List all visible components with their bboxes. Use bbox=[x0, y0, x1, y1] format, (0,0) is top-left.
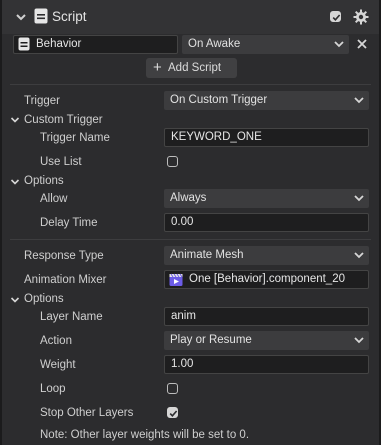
options-group-label-2[interactable]: Options bbox=[24, 293, 64, 305]
action-dropdown-value: Play or Resume bbox=[170, 334, 252, 346]
trigger-name-input[interactable]: KEYWORD_ONE bbox=[164, 128, 369, 147]
response-type-label: Response Type bbox=[24, 250, 104, 262]
chevron-down-icon bbox=[334, 41, 344, 48]
delay-time-input[interactable]: 0.00 bbox=[164, 213, 369, 232]
response-type-value: Animate Mesh bbox=[170, 249, 244, 261]
weight-label: Weight bbox=[40, 359, 76, 371]
trigger-dropdown-value: On Custom Trigger bbox=[170, 94, 268, 106]
trigger-name-value: KEYWORD_ONE bbox=[171, 131, 262, 143]
loop-checkbox[interactable] bbox=[167, 383, 178, 394]
response-type-dropdown[interactable]: Animate Mesh bbox=[164, 246, 369, 265]
animation-mixer-label: Animation Mixer bbox=[24, 274, 107, 286]
use-list-checkbox[interactable] bbox=[167, 156, 178, 167]
component-enabled-checkbox[interactable] bbox=[330, 11, 341, 22]
allow-dropdown[interactable]: Always bbox=[164, 189, 369, 208]
allow-label: Allow bbox=[40, 193, 68, 205]
layer-weights-note: Note: Other layer weights will be set to… bbox=[40, 429, 250, 441]
trigger-name-label: Trigger Name bbox=[40, 132, 110, 144]
action-label: Action bbox=[40, 335, 72, 347]
animation-clip-icon bbox=[169, 273, 183, 287]
chevron-down-icon bbox=[354, 337, 364, 344]
divider bbox=[10, 239, 371, 240]
script-icon bbox=[34, 8, 48, 24]
trigger-label: Trigger bbox=[24, 95, 60, 107]
loop-label: Loop bbox=[40, 383, 66, 395]
options-group-label[interactable]: Options bbox=[24, 175, 64, 187]
animation-mixer-value: One [Behavior].component_20 bbox=[189, 273, 345, 285]
collapse-chevron-down-icon[interactable] bbox=[14, 10, 28, 24]
delay-time-label: Delay Time bbox=[40, 217, 98, 229]
add-script-label: Add Script bbox=[168, 62, 222, 74]
divider bbox=[10, 84, 371, 85]
event-dropdown[interactable]: On Awake bbox=[182, 35, 349, 54]
chevron-down-icon[interactable] bbox=[10, 177, 20, 187]
animation-mixer-field[interactable]: One [Behavior].component_20 bbox=[164, 270, 369, 289]
action-dropdown[interactable]: Play or Resume bbox=[164, 331, 369, 350]
gear-icon[interactable] bbox=[353, 9, 369, 25]
weight-input[interactable]: 1.00 bbox=[164, 355, 369, 374]
layer-name-label: Layer Name bbox=[40, 311, 103, 323]
allow-dropdown-value: Always bbox=[170, 192, 207, 204]
plus-icon: + bbox=[153, 59, 162, 76]
panel-border-left bbox=[0, 0, 2, 445]
chevron-down-icon bbox=[354, 97, 364, 104]
weight-value: 1.00 bbox=[171, 358, 194, 370]
layer-name-input[interactable]: anim bbox=[164, 307, 369, 326]
behavior-name-text: Behavior bbox=[36, 38, 82, 50]
chevron-down-icon bbox=[354, 252, 364, 259]
trigger-dropdown[interactable]: On Custom Trigger bbox=[164, 91, 369, 110]
chevron-down-icon[interactable] bbox=[10, 295, 20, 305]
event-dropdown-value: On Awake bbox=[188, 38, 241, 50]
component-title: Script bbox=[52, 9, 87, 24]
delay-time-value: 0.00 bbox=[171, 216, 194, 228]
chevron-down-icon[interactable] bbox=[10, 115, 20, 125]
script-icon bbox=[18, 37, 30, 51]
stop-other-layers-checkbox[interactable] bbox=[167, 407, 178, 418]
close-icon[interactable] bbox=[357, 39, 367, 49]
custom-trigger-group-label[interactable]: Custom Trigger bbox=[24, 114, 103, 126]
stop-other-layers-label: Stop Other Layers bbox=[40, 407, 134, 419]
behavior-name-field[interactable]: Behavior bbox=[13, 35, 178, 54]
use-list-label: Use List bbox=[40, 156, 82, 168]
chevron-down-icon bbox=[354, 195, 364, 202]
layer-name-value: anim bbox=[171, 310, 196, 322]
add-script-button[interactable]: + Add Script bbox=[146, 58, 237, 78]
